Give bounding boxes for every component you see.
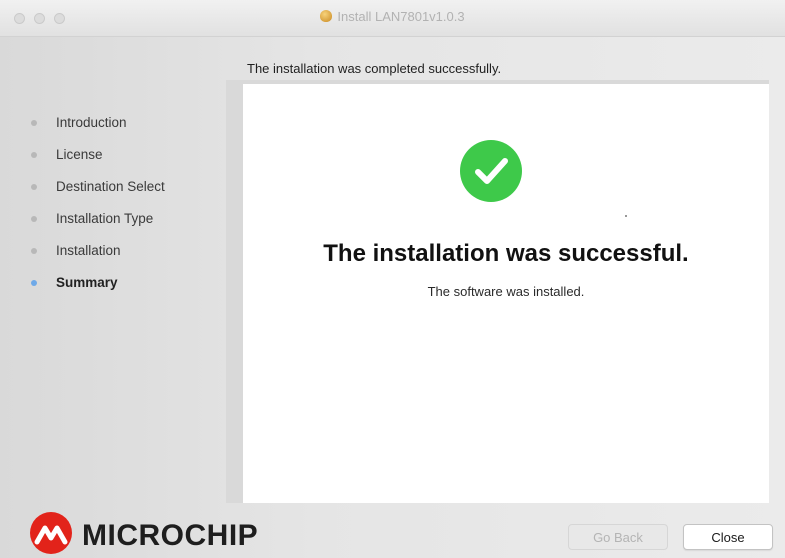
microchip-logo-icon: [30, 512, 72, 554]
check-circle-icon: [460, 140, 522, 202]
title-bar: Install LAN7801v1.0.3: [0, 0, 785, 37]
step-label: Installation: [56, 243, 121, 258]
step-label: License: [56, 147, 103, 162]
decorative-speck: [625, 215, 627, 217]
steps-sidebar: Introduction License Destination Select …: [28, 114, 165, 306]
sidebar-step-introduction: Introduction: [28, 114, 165, 146]
window-title-group: Install LAN7801v1.0.3: [0, 9, 785, 24]
step-label: Destination Select: [56, 179, 165, 194]
step-label: Installation Type: [56, 211, 154, 226]
package-icon: [320, 10, 333, 22]
step-bullet-active-icon: [31, 280, 37, 286]
status-header: The installation was completed successfu…: [247, 61, 502, 76]
step-bullet-icon: [31, 216, 37, 222]
logo-wordmark: MICROCHIP: [82, 519, 259, 552]
sidebar-step-license: License: [28, 146, 165, 178]
step-bullet-icon: [31, 152, 37, 158]
close-button[interactable]: Close: [683, 524, 773, 550]
go-back-button[interactable]: Go Back: [568, 524, 668, 550]
sidebar-step-installation: Installation: [28, 242, 165, 274]
step-label: Summary: [56, 275, 118, 290]
sidebar-step-summary: Summary: [28, 274, 165, 306]
window-title: Install LAN7801v1.0.3: [337, 9, 465, 24]
step-bullet-icon: [31, 120, 37, 126]
step-bullet-icon: [31, 184, 37, 190]
step-label: Introduction: [56, 115, 127, 130]
sidebar-step-destination-select: Destination Select: [28, 178, 165, 210]
sidebar-step-installation-type: Installation Type: [28, 210, 165, 242]
success-subtitle: The software was installed.: [427, 284, 585, 299]
step-bullet-icon: [31, 248, 37, 254]
success-title: The installation was successful.: [323, 240, 689, 267]
